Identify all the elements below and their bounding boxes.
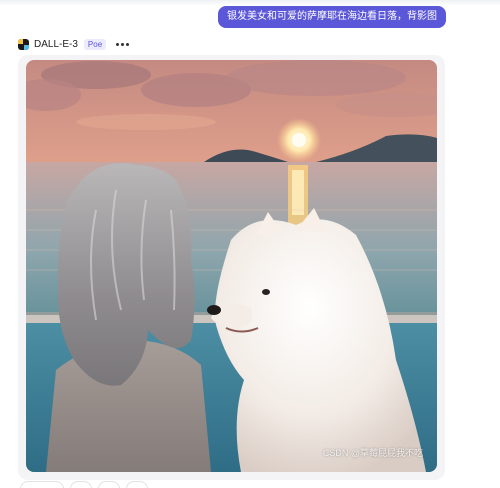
generated-image-artwork: [26, 60, 437, 472]
dalle-logo-icon[interactable]: [18, 38, 29, 50]
chat-view: 银发美女和可爱的萨摩耶在海边看日落，背影图 DALL-E-3 Poe CSDN …: [0, 0, 500, 488]
more-dots-icon[interactable]: [116, 42, 130, 46]
message-actions: [20, 481, 148, 488]
bot-badge: Poe: [83, 38, 107, 50]
bot-name[interactable]: DALL-E-3: [34, 39, 78, 50]
bot-header: DALL-E-3 Poe: [18, 37, 130, 51]
action-button-3[interactable]: [98, 481, 120, 488]
action-button-1[interactable]: [20, 481, 64, 488]
bot-image-message: CSDN @草莓屁屁我不吃: [18, 55, 445, 480]
image-watermark: CSDN @草莓屁屁我不吃: [322, 448, 423, 458]
user-message-bubble: 银发美女和可爱的萨摩耶在海边看日落，背影图: [218, 6, 446, 28]
action-button-4[interactable]: [126, 481, 148, 488]
generated-image[interactable]: CSDN @草莓屁屁我不吃: [26, 60, 437, 472]
action-button-2[interactable]: [70, 481, 92, 488]
